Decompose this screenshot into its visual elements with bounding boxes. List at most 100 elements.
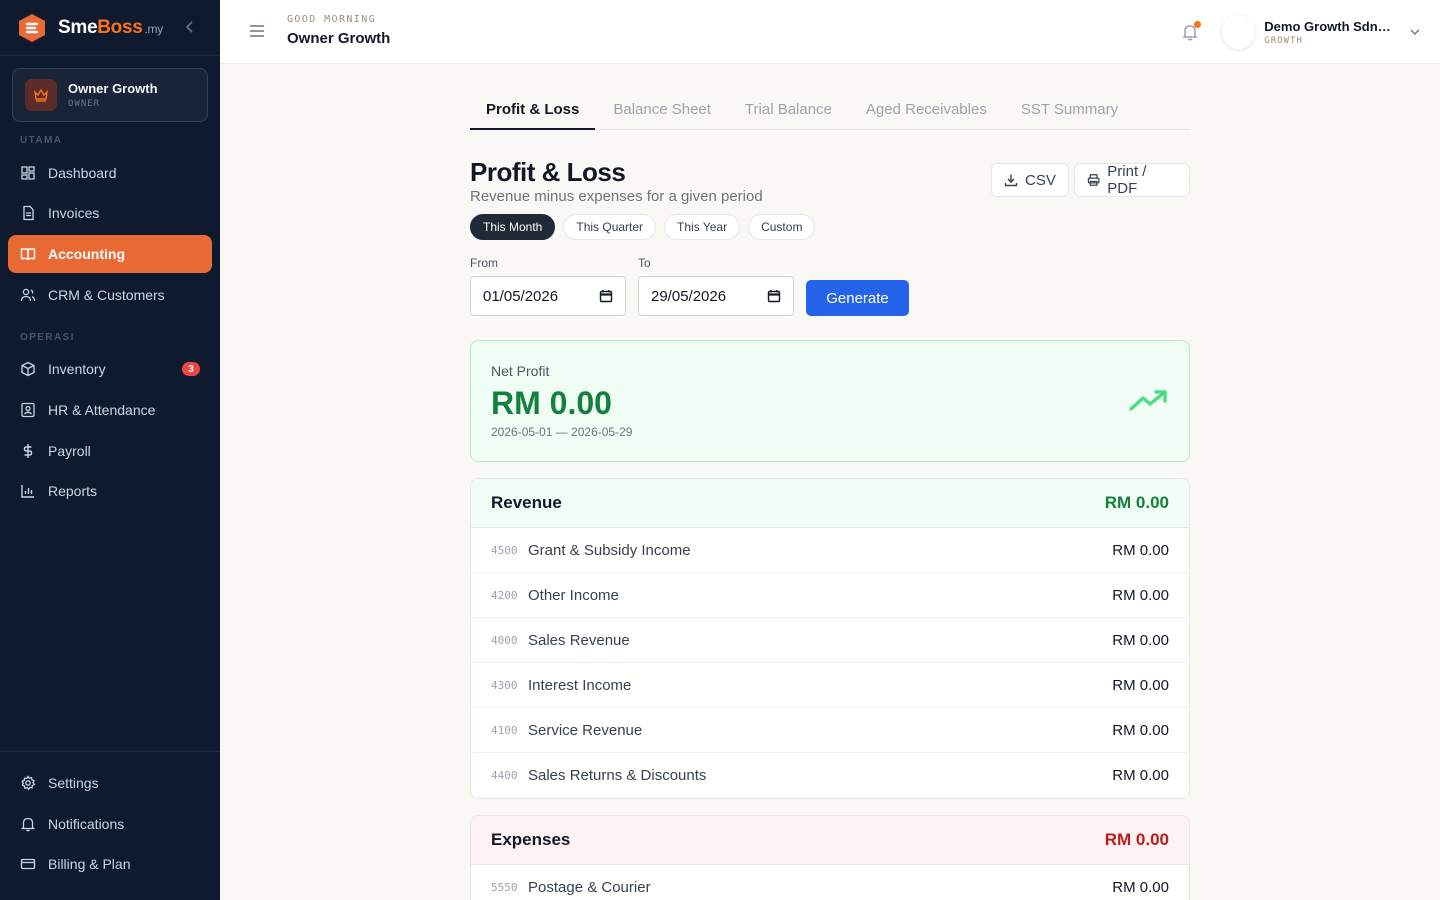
account-amount: RM 0.00 bbox=[1112, 586, 1169, 604]
sidebar-item-label: Dashboard bbox=[48, 165, 117, 181]
sidebar-item-notifications[interactable]: Notifications bbox=[8, 805, 212, 843]
sidebar-item-label: HR & Attendance bbox=[48, 402, 156, 418]
account-name: Interest Income bbox=[528, 676, 632, 694]
account-name: Service Revenue bbox=[528, 721, 643, 739]
user-card[interactable]: Owner Growth OWNER bbox=[12, 68, 208, 122]
sidebar-item-billing[interactable]: Billing & Plan bbox=[8, 845, 212, 883]
account-code: 4100 bbox=[491, 723, 518, 737]
tab-aged-receivables[interactable]: Aged Receivables bbox=[850, 90, 1003, 129]
account-code: 5550 bbox=[491, 881, 518, 894]
chevron-down-icon bbox=[1410, 29, 1420, 35]
company-name: Demo Growth Sdn Bhd bbox=[1264, 18, 1392, 34]
company-logo bbox=[1222, 15, 1256, 49]
sidebar-item-label: Settings bbox=[48, 775, 99, 791]
print-label: Print / PDF bbox=[1107, 163, 1147, 197]
tab-sst-summary[interactable]: SST Summary bbox=[1005, 90, 1134, 129]
sidebar-item-settings[interactable]: Settings bbox=[8, 764, 212, 802]
sidebar-item-inventory[interactable]: Inventory 3 bbox=[8, 350, 212, 388]
sidebar-item-dashboard[interactable]: Dashboard bbox=[8, 154, 212, 192]
net-profit-range: 2026-05-01 — 2026-05-29 bbox=[491, 425, 633, 439]
brand-name: SmeBoss .my bbox=[58, 16, 163, 38]
sidebar-item-label: Notifications bbox=[48, 816, 125, 832]
table-row: 4500 Grant & Subsidy Income RM 0.00 bbox=[471, 528, 1189, 573]
period-this-month[interactable]: This Month bbox=[470, 214, 556, 240]
tab-trial-balance[interactable]: Trial Balance bbox=[729, 90, 848, 129]
trending-up-icon bbox=[1129, 390, 1167, 411]
section-label-main: UTAMA bbox=[20, 135, 63, 146]
period-this-quarter[interactable]: This Quarter bbox=[563, 214, 657, 240]
inventory-count-badge: 3 bbox=[182, 362, 200, 376]
account-name: Sales Returns & Discounts bbox=[528, 767, 707, 784]
company-switcher[interactable]: Demo Growth Sdn Bhd GROWTH bbox=[1222, 14, 1422, 50]
sidebar-item-label: CRM & Customers bbox=[48, 287, 165, 303]
sidebar-item-accounting[interactable]: Accounting bbox=[8, 235, 212, 273]
user-role: OWNER bbox=[68, 99, 101, 109]
account-name: Sales Revenue bbox=[528, 631, 630, 649]
sidebar: SmeBoss .my Owner Growth OWNER UTAMA Dash… bbox=[0, 0, 220, 900]
download-icon bbox=[1004, 174, 1018, 187]
table-row: 4200 Other Income RM 0.00 bbox=[471, 573, 1189, 618]
sidebar-item-label: Inventory bbox=[48, 361, 106, 377]
to-date-input[interactable]: 29/05/2026 bbox=[638, 276, 794, 316]
id-card-icon bbox=[21, 402, 35, 418]
table-row: 4400 Sales Returns & Discounts RM 0.00 bbox=[471, 753, 1189, 798]
sidebar-item-label: Invoices bbox=[48, 205, 100, 221]
crown-icon bbox=[34, 88, 48, 102]
gear-icon bbox=[21, 775, 36, 791]
notification-dot bbox=[1194, 21, 1201, 28]
brand: SmeBoss .my bbox=[0, 0, 220, 56]
bell-icon bbox=[20, 817, 36, 832]
table-row: 4100 Service Revenue RM 0.00 bbox=[471, 708, 1189, 753]
invoice-icon bbox=[23, 205, 34, 221]
account-code: 4300 bbox=[491, 678, 518, 692]
hamburger-menu-icon[interactable] bbox=[248, 22, 266, 40]
dollar-icon bbox=[23, 444, 33, 458]
csv-label: CSV bbox=[1025, 171, 1056, 189]
expenses-title: Expenses bbox=[491, 830, 571, 849]
sidebar-item-label: Accounting bbox=[48, 246, 125, 262]
revenue-section: Revenue RM 0.00 4500 Grant & Subsidy Inc… bbox=[470, 478, 1190, 799]
box-icon bbox=[21, 361, 35, 377]
period-this-year[interactable]: This Year bbox=[664, 214, 741, 240]
header-title: Owner Growth bbox=[287, 30, 391, 47]
to-label: To bbox=[638, 256, 651, 270]
period-custom[interactable]: Custom bbox=[748, 214, 816, 240]
account-amount: RM 0.00 bbox=[1112, 631, 1169, 649]
report-tabs: Profit & Loss Balance Sheet Trial Balanc… bbox=[470, 90, 1190, 130]
to-date-value: 29/05/2026 bbox=[651, 287, 727, 305]
account-name: Grant & Subsidy Income bbox=[528, 541, 691, 559]
account-code: 4500 bbox=[491, 543, 518, 557]
sidebar-item-reports[interactable]: Reports bbox=[8, 472, 212, 510]
table-row: 5550 Postage & Courier RM 0.00 bbox=[471, 865, 1189, 900]
account-amount: RM 0.00 bbox=[1112, 879, 1169, 896]
account-code: 4400 bbox=[491, 769, 518, 782]
tab-profit-loss[interactable]: Profit & Loss bbox=[470, 90, 596, 130]
book-icon bbox=[20, 248, 36, 261]
collapse-sidebar-icon[interactable] bbox=[182, 19, 198, 35]
sidebar-item-label: Payroll bbox=[48, 443, 91, 459]
account-amount: RM 0.00 bbox=[1112, 541, 1169, 559]
sidebar-item-label: Billing & Plan bbox=[48, 856, 131, 872]
tab-balance-sheet[interactable]: Balance Sheet bbox=[597, 90, 727, 129]
sidebar-item-payroll[interactable]: Payroll bbox=[8, 432, 212, 470]
csv-export-button[interactable]: CSV bbox=[991, 163, 1069, 197]
print-pdf-button[interactable]: Print / PDF bbox=[1074, 163, 1190, 197]
calendar-icon[interactable] bbox=[767, 289, 781, 303]
sidebar-item-crm[interactable]: CRM & Customers bbox=[8, 276, 212, 314]
account-amount: RM 0.00 bbox=[1112, 767, 1169, 784]
account-code: 4200 bbox=[491, 588, 518, 602]
dashboard-icon bbox=[21, 166, 35, 180]
expenses-total: RM 0.00 bbox=[1104, 830, 1169, 849]
page-title: Profit & Loss bbox=[470, 157, 626, 187]
revenue-header: Revenue RM 0.00 bbox=[471, 479, 1189, 528]
expenses-header: Expenses RM 0.00 bbox=[471, 816, 1189, 865]
sidebar-item-invoices[interactable]: Invoices bbox=[8, 194, 212, 232]
calendar-icon[interactable] bbox=[599, 289, 613, 303]
sidebar-item-hr[interactable]: HR & Attendance bbox=[8, 391, 212, 429]
generate-button[interactable]: Generate bbox=[806, 280, 909, 316]
company-plan: GROWTH bbox=[1264, 35, 1303, 46]
printer-icon bbox=[1087, 174, 1100, 186]
from-date-input[interactable]: 01/05/2026 bbox=[470, 276, 626, 316]
account-name: Postage & Courier bbox=[528, 879, 651, 896]
sidebar-divider bbox=[0, 751, 220, 752]
